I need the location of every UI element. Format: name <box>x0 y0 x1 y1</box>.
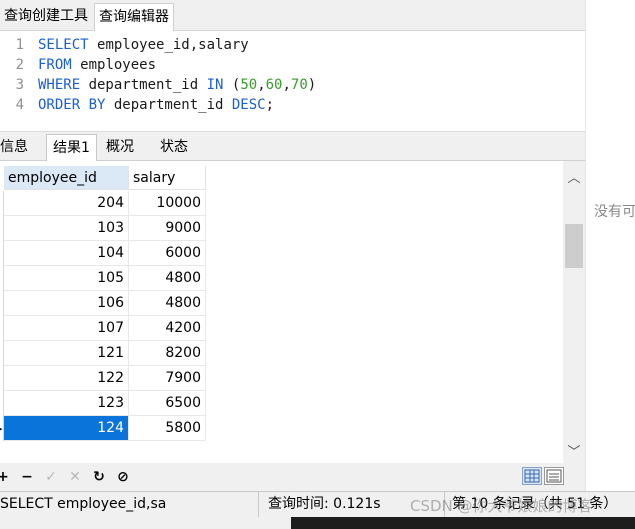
sql-keyword: FROM <box>38 57 81 73</box>
vertical-scrollbar[interactable]: ︿ ﹀ <box>563 161 585 463</box>
cell-salary[interactable]: 9000 <box>129 216 206 241</box>
sql-text: ; <box>265 97 275 113</box>
cell-salary[interactable]: 6500 <box>129 391 206 416</box>
table-row[interactable]: 107 4200 <box>0 316 206 341</box>
cell-employee-id[interactable]: 105 <box>4 266 129 291</box>
table-row[interactable]: 103 9000 <box>0 216 206 241</box>
sql-text: employees <box>80 57 157 73</box>
cell-employee-id[interactable]: 124 <box>4 416 129 441</box>
cell-salary[interactable]: 4800 <box>129 266 206 291</box>
tab-query-builder[interactable]: 查询创建工具 <box>0 3 92 30</box>
sql-editor[interactable]: 1 SELECT employee_id,salary 2 FROM employee… <box>0 31 585 129</box>
result-tab-bar: 信息 结果1 概况 状态 <box>0 131 585 161</box>
code-text: SELECT employee_id,salary <box>38 35 249 55</box>
scroll-up-icon[interactable]: ︿ <box>563 167 585 187</box>
sql-text: department_id <box>113 97 232 113</box>
line-number: 1 <box>15 37 24 53</box>
cell-employee-id[interactable]: 106 <box>4 291 129 316</box>
sql-keyword: DESC <box>231 97 266 113</box>
table-row[interactable]: 106 4800 <box>0 291 206 316</box>
sql-keyword: SELECT <box>38 37 98 53</box>
line-number: 4 <box>15 97 24 113</box>
table-row[interactable]: 204 10000 <box>0 191 206 216</box>
table-row[interactable]: 121 8200 <box>0 341 206 366</box>
sql-keyword: IN <box>206 77 232 93</box>
sql-number: 60 <box>265 77 283 93</box>
status-query-text: SELECT employee_id,sa <box>0 492 259 517</box>
sql-text: , <box>282 77 291 93</box>
cell-salary[interactable]: 5800 <box>129 416 206 441</box>
form-view-icon[interactable] <box>544 467 564 485</box>
grid-view-icon[interactable] <box>522 467 542 485</box>
refresh-button[interactable]: ↻ <box>90 467 108 487</box>
stop-button[interactable]: ⊘ <box>114 467 132 487</box>
scrollbar-thumb[interactable] <box>565 224 583 268</box>
sql-keyword: WHERE <box>38 77 89 93</box>
sql-text: ) <box>307 77 317 93</box>
cell-salary[interactable]: 4800 <box>129 291 206 316</box>
record-toolbar: + − ✓ ✕ ↻ ⊘ <box>0 463 585 491</box>
cell-employee-id[interactable]: 204 <box>4 191 129 216</box>
cell-salary[interactable]: 4200 <box>129 316 206 341</box>
tab-status[interactable]: 状态 <box>154 134 194 161</box>
watermark-text: CSDN @你大爷娘娘的博客 <box>410 497 593 515</box>
cell-salary[interactable]: 10000 <box>129 191 206 216</box>
cell-employee-id[interactable]: 121 <box>4 341 129 366</box>
code-text: ORDER BY department_id DESC; <box>38 95 274 115</box>
column-header-employee-id[interactable]: employee_id <box>4 166 129 190</box>
tab-profile[interactable]: 概况 <box>100 134 140 161</box>
code-text: FROM employees <box>38 55 156 75</box>
discard-changes-button[interactable]: ✕ <box>66 467 84 487</box>
cell-employee-id[interactable]: 122 <box>4 366 129 391</box>
table-row[interactable]: 122 7900 <box>0 366 206 391</box>
cell-salary[interactable]: 8200 <box>129 341 206 366</box>
cell-salary[interactable]: 6000 <box>129 241 206 266</box>
side-panel-message: 没有可 <box>594 204 635 220</box>
table-row[interactable]: 105 4800 <box>0 266 206 291</box>
cell-employee-id[interactable]: 104 <box>4 241 129 266</box>
result-grid[interactable]: employee_id salary 204 10000 103 9000 104 600… <box>0 161 563 463</box>
tab-query-editor[interactable]: 查询编辑器 <box>94 3 174 31</box>
line-number: 2 <box>15 57 24 73</box>
sql-number: 50 <box>240 77 258 93</box>
code-text: WHERE department_id IN (50,60,70) <box>38 75 316 95</box>
table-row[interactable]: 123 6500 <box>0 391 206 416</box>
column-header-salary[interactable]: salary <box>129 166 206 190</box>
sql-keyword: ORDER BY <box>38 97 114 113</box>
sql-text: , <box>257 77 266 93</box>
info-side-panel: 没有可 <box>585 0 635 491</box>
cell-employee-id[interactable]: 103 <box>4 216 129 241</box>
delete-record-button[interactable]: − <box>18 467 36 487</box>
line-number: 3 <box>15 77 24 93</box>
taskbar-strip <box>291 517 635 529</box>
sql-number: 70 <box>290 77 308 93</box>
scroll-down-icon[interactable]: ﹀ <box>563 441 585 461</box>
tab-result-1[interactable]: 结果1 <box>46 134 97 161</box>
top-tab-bar: 查询创建工具 查询编辑器 <box>0 0 585 31</box>
tab-info[interactable]: 信息 <box>0 134 34 161</box>
table-row[interactable]: 104 6000 <box>0 241 206 266</box>
add-record-button[interactable]: + <box>0 467 12 487</box>
sql-text: department_id <box>88 77 207 93</box>
cell-employee-id[interactable]: 107 <box>4 316 129 341</box>
current-row-indicator-icon: ▸ <box>0 416 3 441</box>
cell-employee-id[interactable]: 123 <box>4 391 129 416</box>
sql-text: employee_id,salary <box>97 37 249 53</box>
apply-changes-button[interactable]: ✓ <box>42 467 60 487</box>
cell-salary[interactable]: 7900 <box>129 366 206 391</box>
table-row[interactable]: ▸1245800 <box>0 416 206 441</box>
